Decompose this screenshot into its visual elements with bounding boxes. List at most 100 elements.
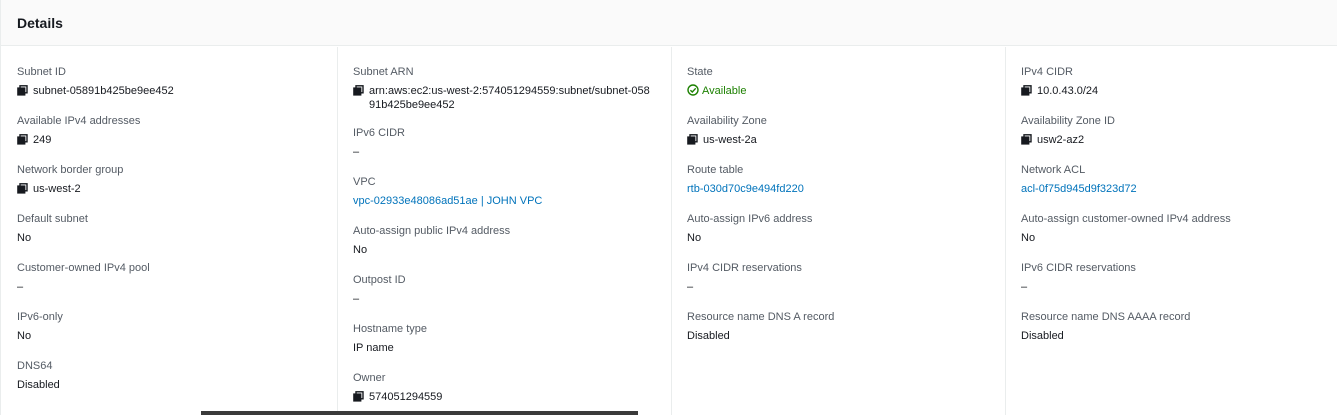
field-value-row: us-west-2a (687, 133, 989, 149)
field-value-link[interactable]: acl-0f75d945d9f323d72 (1021, 182, 1137, 196)
field-network-border-group: Network border group us-west-2 (17, 163, 321, 198)
field-value-row: Disabled (687, 329, 989, 345)
field-label: Customer-owned IPv4 pool (17, 262, 150, 274)
field-state: State Available (687, 65, 989, 100)
field-value-row: – (353, 292, 655, 308)
field-value-row: – (1021, 280, 1322, 296)
field-ipv4-cidr-reservations: IPv4 CIDR reservations – (687, 261, 989, 296)
field-value: – (1021, 281, 1028, 293)
field-label: Resource name DNS A record (687, 311, 835, 323)
copy-icon[interactable] (353, 391, 364, 402)
field-label: Availability Zone (687, 115, 767, 127)
field-value-link[interactable]: vpc-02933e48086ad51ae | JOHN VPC (353, 194, 542, 208)
status-positive-icon (687, 84, 699, 96)
field-value-row: 249 (17, 133, 321, 149)
field-value-row: IP name (353, 341, 655, 357)
field-label: Network border group (17, 164, 124, 176)
field-value-row: 10.0.43.0/24 (1021, 84, 1322, 100)
field-value: usw2-az2 (1037, 134, 1085, 146)
field-value-row: arn:aws:ec2:us-west-2:574051294559:subne… (353, 84, 655, 112)
field-label: Route table (687, 164, 744, 176)
field-outpost-id: Outpost ID – (353, 273, 655, 308)
field-ipv6-only: IPv6-only No (17, 310, 321, 345)
field-value-row: 574051294559 (353, 390, 655, 406)
field-owner: Owner 574051294559 (353, 371, 655, 406)
field-dns64: DNS64 Disabled (17, 359, 321, 394)
field-label: Network ACL (1021, 164, 1086, 176)
field-value: – (353, 293, 360, 305)
field-value-row: us-west-2 (17, 182, 321, 198)
field-ipv6-cidr: IPv6 CIDR – (353, 126, 655, 161)
field-value-link[interactable]: rtb-030d70c9e494fd220 (687, 182, 804, 196)
field-value: IP name (353, 342, 394, 354)
field-value: No (353, 244, 368, 256)
copy-icon[interactable] (1021, 85, 1032, 96)
field-value: arn:aws:ec2:us-west-2:574051294559:subne… (369, 85, 650, 111)
field-subnet-id: Subnet ID subnet-05891b425be9ee452 (17, 65, 321, 100)
field-label: Auto-assign IPv6 address (687, 213, 813, 225)
field-auto-assign-public-ipv4-address: Auto-assign public IPv4 address No (353, 224, 655, 259)
field-label: Resource name DNS AAAA record (1021, 311, 1191, 323)
copy-icon[interactable] (687, 134, 698, 145)
field-value: 249 (33, 134, 52, 146)
field-value-row: rtb-030d70c9e494fd220 (687, 182, 989, 198)
details-column-4: IPv4 CIDR 10.0.43.0/24 Availability Zone I… (1005, 47, 1337, 415)
field-ipv4-cidr: IPv4 CIDR 10.0.43.0/24 (1021, 65, 1322, 100)
field-label: Owner (353, 372, 386, 384)
field-availability-zone: Availability Zone us-west-2a (687, 114, 989, 149)
field-label: Subnet ARN (353, 66, 414, 78)
field-label: Available IPv4 addresses (17, 115, 141, 127)
field-value: No (17, 330, 32, 342)
field-value: No (17, 232, 32, 244)
field-value: 574051294559 (369, 391, 443, 403)
field-value-row: No (17, 231, 321, 247)
field-network-acl: Network ACL acl-0f75d945d9f323d72 (1021, 163, 1322, 198)
field-value-row: subnet-05891b425be9ee452 (17, 84, 321, 100)
field-value: – (353, 146, 360, 158)
field-value-row: Disabled (1021, 329, 1322, 345)
field-value-row: Available (687, 84, 989, 100)
panel-title: Details (17, 15, 63, 31)
field-availability-zone-id: Availability Zone ID usw2-az2 (1021, 114, 1322, 149)
field-label: Hostname type (353, 323, 427, 335)
field-subnet-arn: Subnet ARN arn:aws:ec2:us-west-2:57405129… (353, 65, 655, 112)
copy-icon[interactable] (17, 183, 28, 194)
field-label: DNS64 (17, 360, 53, 372)
copy-icon[interactable] (353, 85, 364, 96)
field-value-row: Disabled (17, 378, 321, 394)
field-value: us-west-2a (703, 134, 757, 146)
field-value-row: vpc-02933e48086ad51ae | JOHN VPC (353, 194, 655, 210)
field-value-row: No (1021, 231, 1322, 247)
field-value: Disabled (1021, 330, 1064, 342)
field-value-row: usw2-az2 (1021, 133, 1322, 149)
status-text: Available (702, 85, 747, 97)
field-label: VPC (353, 176, 376, 188)
field-value-row: No (17, 329, 321, 345)
field-value: Disabled (687, 330, 730, 342)
field-label: Auto-assign customer-owned IPv4 address (1021, 213, 1231, 225)
field-value: – (687, 281, 694, 293)
field-hostname-type: Hostname type IP name (353, 322, 655, 357)
field-label: Default subnet (17, 213, 88, 225)
field-label: IPv4 CIDR reservations (687, 262, 802, 274)
field-value: Disabled (17, 379, 60, 391)
field-default-subnet: Default subnet No (17, 212, 321, 247)
details-column-1: Subnet ID subnet-05891b425be9ee452 Availab… (1, 47, 337, 415)
field-label: Subnet ID (17, 66, 66, 78)
field-customer-owned-ipv4-pool: Customer-owned IPv4 pool – (17, 261, 321, 296)
field-label: IPv6 CIDR (353, 127, 405, 139)
field-auto-assign-ipv6-address: Auto-assign IPv6 address No (687, 212, 989, 247)
field-vpc: VPC vpc-02933e48086ad51ae | JOHN VPC (353, 175, 655, 210)
copy-icon[interactable] (17, 85, 28, 96)
copy-icon[interactable] (1021, 134, 1032, 145)
field-resource-name-dns-a-record: Resource name DNS A record Disabled (687, 310, 989, 345)
field-label: IPv4 CIDR (1021, 66, 1073, 78)
field-label: Auto-assign public IPv4 address (353, 225, 511, 237)
details-column-3: State Available Availability Zone us-west-2… (671, 47, 1005, 415)
copy-icon[interactable] (17, 134, 28, 145)
details-column-2: Subnet ARN arn:aws:ec2:us-west-2:57405129… (337, 47, 671, 415)
field-auto-assign-customer-owned-ipv4-address: Auto-assign customer-owned IPv4 address N… (1021, 212, 1322, 247)
field-value: us-west-2 (33, 183, 81, 195)
field-label: Availability Zone ID (1021, 115, 1115, 127)
horizontal-scrollbar[interactable] (201, 411, 638, 415)
